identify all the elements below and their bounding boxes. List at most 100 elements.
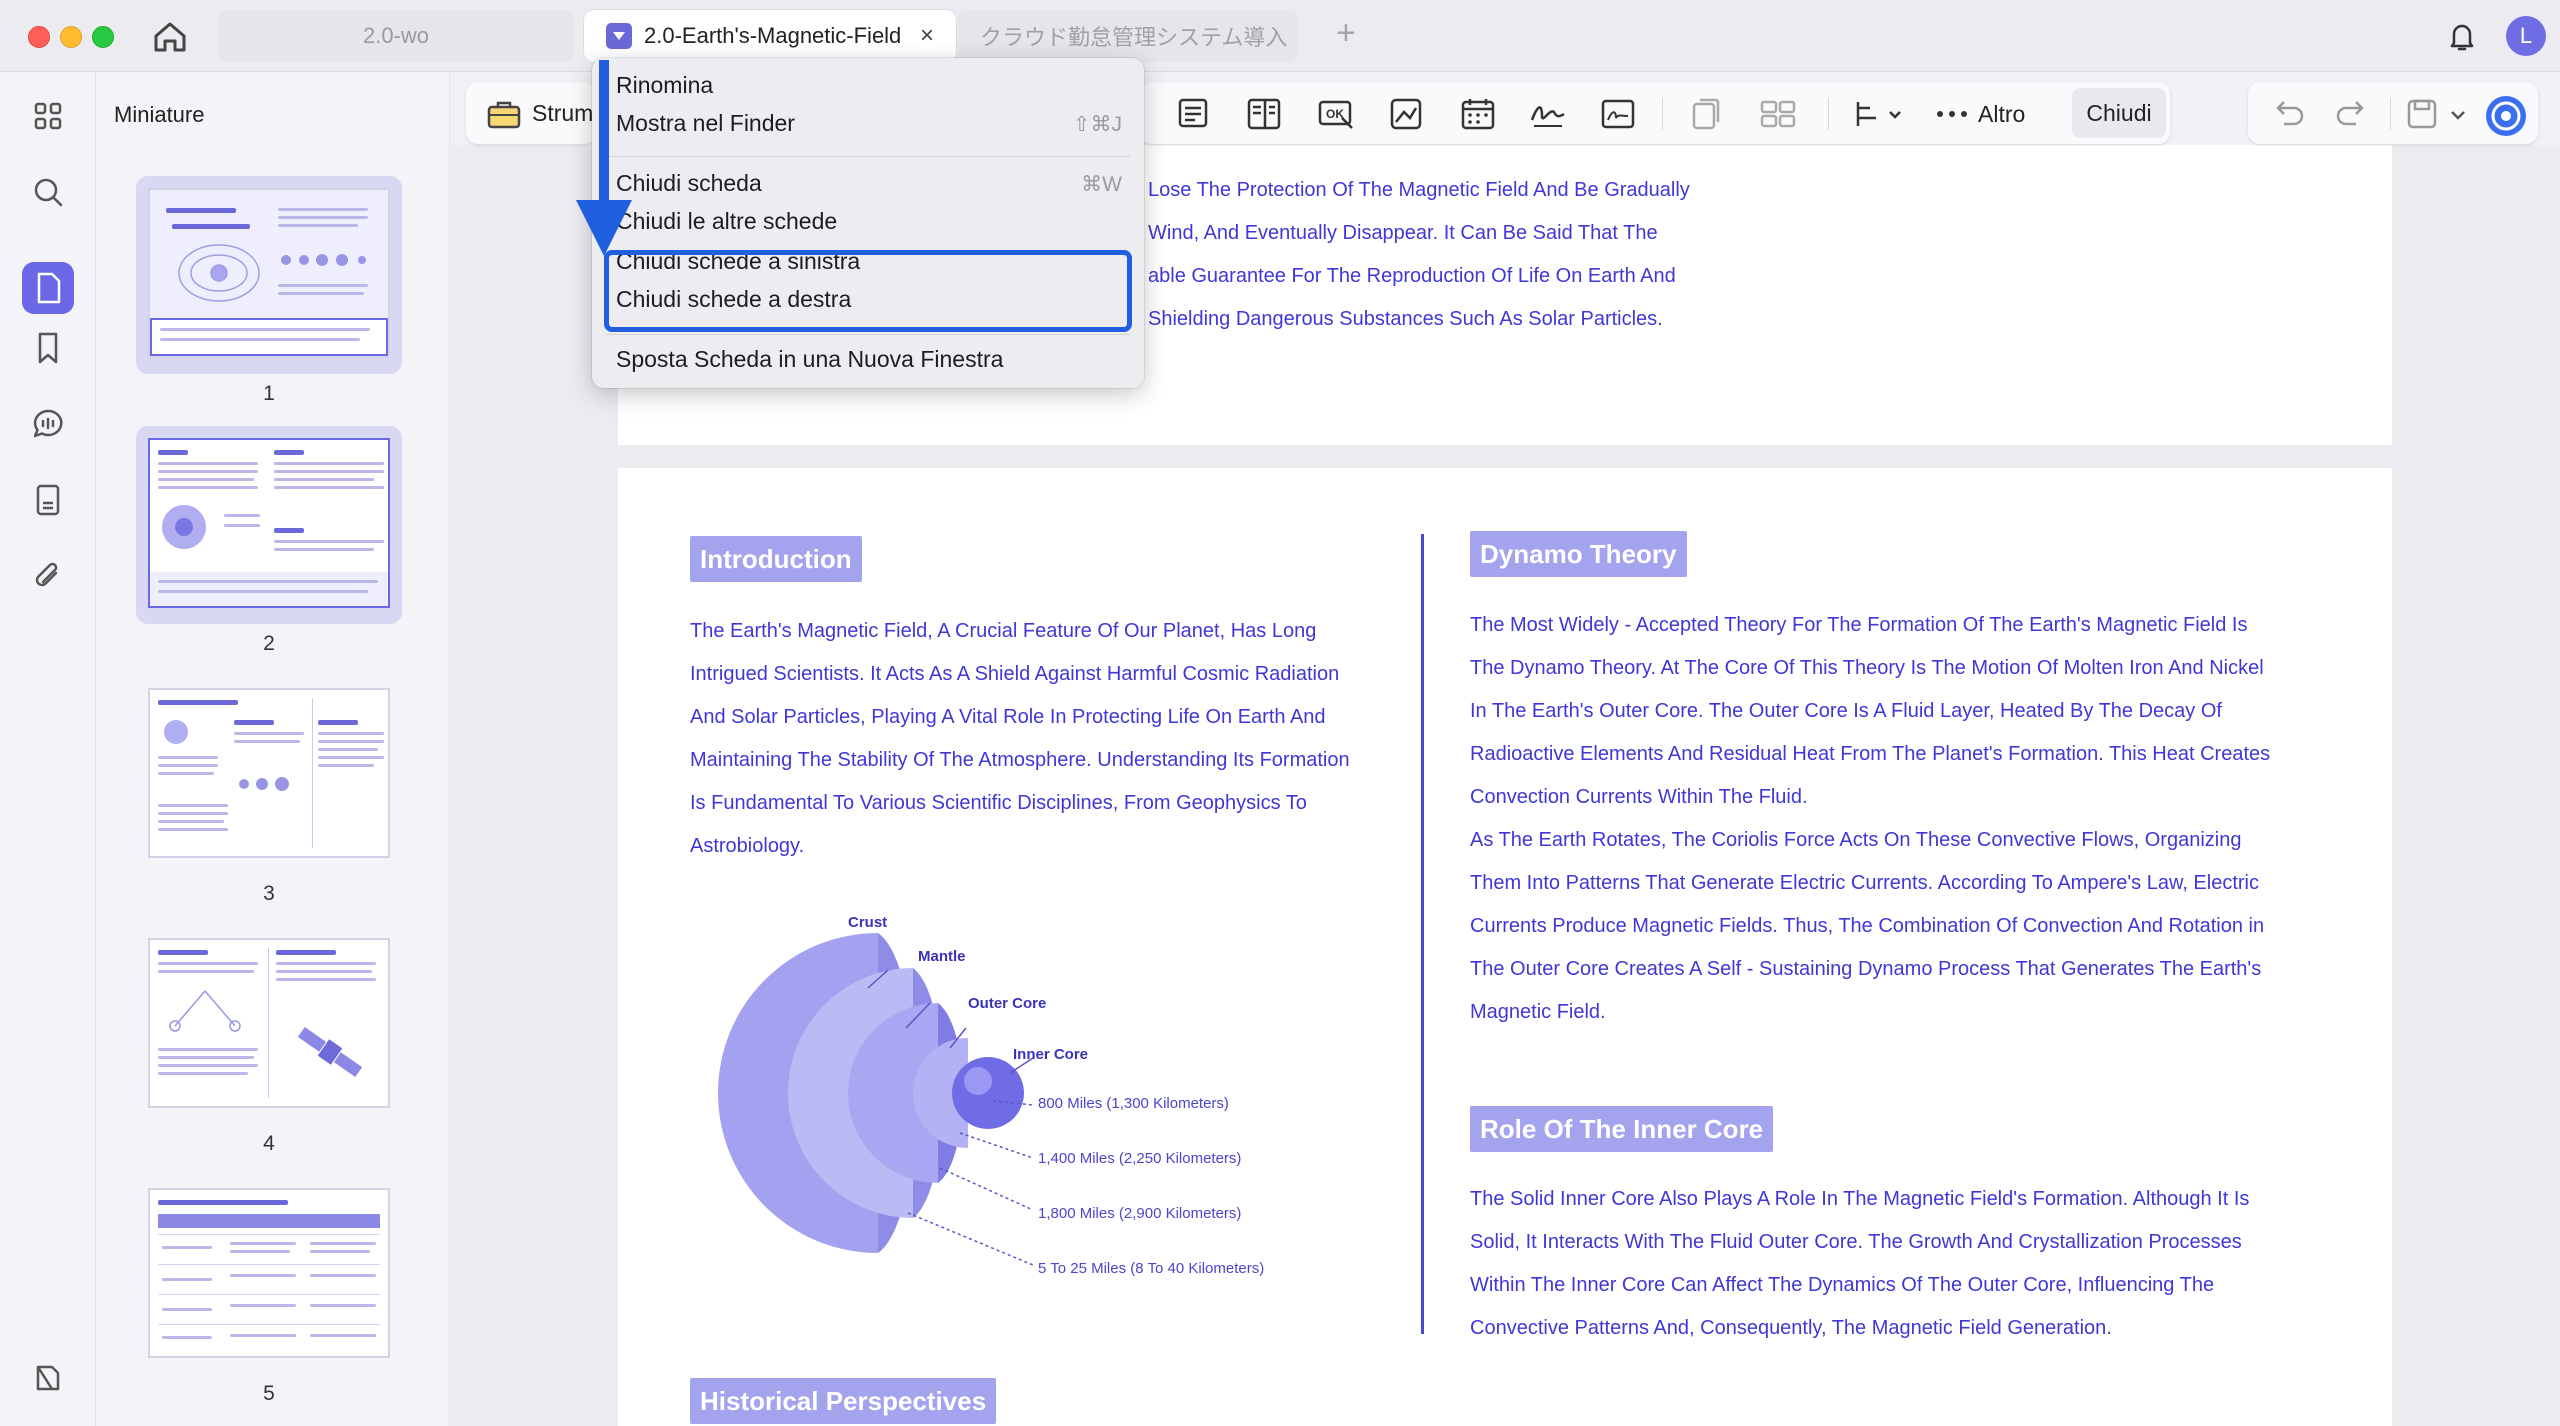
page-number: 5 bbox=[263, 1382, 275, 1405]
toolbar-separator bbox=[2390, 98, 2391, 130]
thumbnail-image bbox=[148, 688, 390, 858]
tab-wo[interactable]: 2.0-wo bbox=[218, 10, 574, 62]
dynamo-theory-text: The Most Widely - Accepted Theory For Th… bbox=[1470, 604, 2270, 1034]
thumbnail-page-5[interactable]: 5 bbox=[136, 1176, 402, 1405]
introduction-text: The Earth's Magnetic Field, A Crucial Fe… bbox=[690, 610, 1350, 868]
user-avatar[interactable]: L bbox=[2506, 16, 2546, 56]
digital-signature-icon[interactable] bbox=[1598, 94, 1638, 134]
thumbnail-page-1[interactable]: 1 bbox=[136, 176, 402, 405]
inner-core-text: The Solid Inner Core Also Plays A Role I… bbox=[1470, 1178, 2249, 1350]
toolbar-separator bbox=[1662, 98, 1663, 130]
close-edit-button[interactable]: Chiudi bbox=[2072, 88, 2166, 138]
redo-icon[interactable] bbox=[2332, 94, 2372, 134]
tab-menu-chevron-icon[interactable] bbox=[606, 23, 632, 49]
page-number: 2 bbox=[263, 632, 275, 655]
title-bar: 2.0-wo 2.0-Earth's-Magnetic-Field × クラウド… bbox=[0, 0, 2560, 72]
menu-separator bbox=[606, 156, 1130, 157]
attachment-icon[interactable] bbox=[22, 550, 74, 602]
distance-label: 1,400 Miles (2,250 Kilometers) bbox=[1038, 1150, 1242, 1167]
tab-attendance-system[interactable]: クラウド勤怠管理システム導入 bbox=[958, 10, 1298, 62]
text-line: Currents Produce Magnetic Fields. Thus, … bbox=[1470, 915, 2265, 937]
image-field-icon[interactable] bbox=[1386, 94, 1426, 134]
ok-button-icon[interactable]: OK bbox=[1316, 94, 1356, 134]
form-icon[interactable] bbox=[22, 474, 74, 526]
sidebar-toggle-icon[interactable] bbox=[22, 1352, 74, 1404]
thumbnail-image bbox=[148, 1188, 390, 1358]
menu-item-show-in-finder[interactable]: Mostra nel Finder bbox=[616, 110, 795, 137]
chevron-down-icon[interactable] bbox=[2446, 94, 2470, 134]
text-line: Magnetic Field. bbox=[1470, 1001, 1606, 1023]
text-line: The Most Widely - Accepted Theory For Th… bbox=[1470, 614, 2248, 636]
text-line: Maintaining The Stability Of The Atmosph… bbox=[690, 749, 1350, 771]
tab-label: クラウド勤怠管理システム導入 bbox=[980, 25, 1288, 50]
save-icon[interactable] bbox=[2402, 94, 2442, 134]
undo-icon[interactable] bbox=[2268, 94, 2308, 134]
historical-perspectives-heading: Historical Perspectives bbox=[690, 1378, 997, 1424]
text-line: The Outer Core Creates A Self - Sustaini… bbox=[1470, 958, 2262, 980]
inner-core-label: Inner Core bbox=[1013, 1046, 1089, 1063]
tab-earths-magnetic-field[interactable]: 2.0-Earth's-Magnetic-Field × bbox=[584, 10, 956, 62]
crust-label: Crust bbox=[848, 914, 888, 931]
mantle-label: Mantle bbox=[918, 948, 966, 965]
page-number: 4 bbox=[263, 1132, 275, 1155]
thumbnail-page-3[interactable]: 3 bbox=[136, 676, 402, 905]
distance-label: 5 To 25 Miles (8 To 40 Kilometers) bbox=[1038, 1260, 1265, 1277]
text-line: And Solar Particles, Playing A Vital Rol… bbox=[690, 706, 1326, 728]
close-window-button[interactable] bbox=[28, 26, 50, 48]
arrange-grid-icon[interactable] bbox=[1758, 94, 1798, 134]
menu-item-close-other-tabs[interactable]: Chiudi le altre schede bbox=[616, 208, 837, 235]
text-line: The Earth's Magnetic Field, A Crucial Fe… bbox=[690, 620, 1317, 642]
text-line: Astrobiology. bbox=[690, 835, 805, 857]
grid-icon[interactable] bbox=[22, 90, 74, 142]
tab-label: 2.0-wo bbox=[362, 23, 430, 48]
duplicate-icon[interactable] bbox=[1686, 94, 1726, 134]
text-line: able Guarantee For The Reproduction Of L… bbox=[1148, 265, 1676, 287]
ai-assistant-icon[interactable] bbox=[2484, 94, 2526, 136]
text-line: Them Into Patterns That Generate Electri… bbox=[1470, 872, 2259, 894]
page-number: 3 bbox=[263, 882, 275, 905]
dynamo-theory-heading: Dynamo Theory bbox=[1470, 531, 1687, 577]
more-icon[interactable] bbox=[1934, 94, 1970, 134]
outer-core-label: Outer Core bbox=[968, 995, 1047, 1012]
shortcut-label: ⌘W bbox=[1081, 173, 1122, 196]
thumbnail-page-4[interactable]: 4 bbox=[136, 926, 402, 1155]
comment-icon[interactable] bbox=[22, 398, 74, 450]
close-tab-icon[interactable]: × bbox=[920, 22, 934, 50]
signature-icon[interactable] bbox=[1528, 94, 1568, 134]
introduction-heading: Introduction bbox=[690, 536, 862, 582]
text-line: The Solid Inner Core Also Plays A Role I… bbox=[1470, 1188, 2250, 1210]
text-line: Solid, It Interacts With The Fluid Outer… bbox=[1470, 1231, 2242, 1253]
pages-icon[interactable] bbox=[22, 262, 74, 314]
zoom-window-button[interactable] bbox=[92, 26, 114, 48]
text-line: Within The Inner Core Can Affect The Dyn… bbox=[1470, 1274, 2215, 1296]
more-label[interactable]: Altro bbox=[1978, 101, 2025, 128]
bell-icon[interactable] bbox=[2444, 18, 2480, 54]
thumbnail-panel: Miniature 1 2 3 4 5 bbox=[96, 72, 450, 1426]
thumbnail-page-2[interactable]: 2 bbox=[136, 426, 402, 655]
tab-context-menu: Rinomina Mostra nel Finder ⇧⌘J Chiudi sc… bbox=[592, 58, 1144, 388]
text-line: Convective Patterns And, Consequently, T… bbox=[1470, 1317, 2112, 1339]
thumbnail-image bbox=[148, 438, 390, 608]
text-line: As The Earth Rotates, The Coriolis Force… bbox=[1470, 829, 2242, 851]
page1-text: Lose The Protection Of The Magnetic Fiel… bbox=[1148, 169, 1690, 341]
shortcut-label: ⇧⌘J bbox=[1072, 113, 1122, 136]
list-box-icon[interactable] bbox=[1174, 94, 1214, 134]
new-tab-button[interactable]: + bbox=[1336, 14, 1356, 53]
annotation-arrow bbox=[576, 60, 632, 256]
text-line: Intrigued Scientists. It Acts As A Shiel… bbox=[690, 663, 1340, 685]
annotation-highlight-box bbox=[604, 250, 1132, 332]
menu-item-move-tab-new-window[interactable]: Sposta Scheda in una Nuova Finestra bbox=[616, 346, 1003, 373]
columns-icon[interactable] bbox=[1244, 94, 1284, 134]
thumbnail-image bbox=[148, 938, 390, 1108]
toolbar-separator bbox=[1828, 98, 1829, 130]
home-icon[interactable] bbox=[148, 16, 192, 56]
align-dropdown-icon[interactable] bbox=[1850, 94, 1910, 134]
bookmark-icon[interactable] bbox=[22, 322, 74, 374]
search-icon[interactable] bbox=[22, 166, 74, 218]
text-line: Radioactive Elements And Residual Heat F… bbox=[1470, 743, 2271, 765]
panel-title: Miniature bbox=[114, 102, 205, 127]
minimize-window-button[interactable] bbox=[60, 26, 82, 48]
text-line: Lose The Protection Of The Magnetic Fiel… bbox=[1148, 179, 1690, 201]
distance-label: 1,800 Miles (2,900 Kilometers) bbox=[1038, 1205, 1242, 1222]
calendar-icon[interactable] bbox=[1458, 94, 1498, 134]
